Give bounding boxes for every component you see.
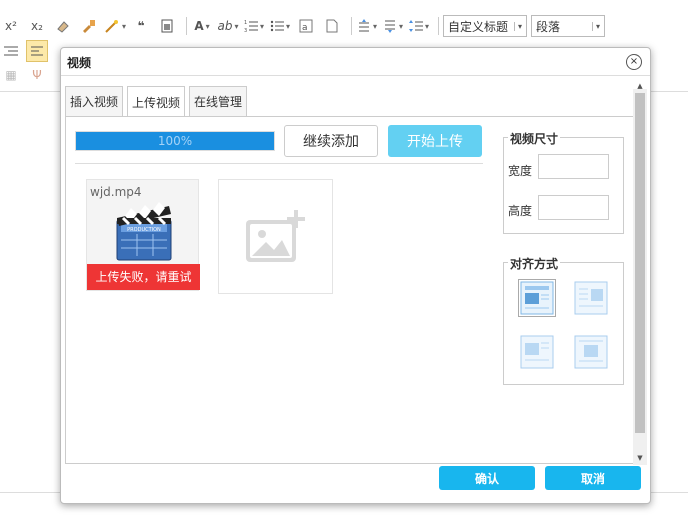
custom-title-select[interactable]: 自定义标题 ▾ (443, 15, 528, 37)
align-center-option[interactable] (572, 333, 610, 371)
svg-text:PRODUCTION: PRODUCTION (127, 227, 161, 233)
file-name: wjd.mp4 (90, 185, 142, 199)
dialog-title: 视频 (67, 56, 92, 70)
alignment-group: 对齐方式 (503, 255, 624, 385)
scroll-thumb[interactable] (635, 93, 645, 433)
upload-error-status[interactable]: 上传失败，请重试 (87, 264, 200, 290)
font-color-icon[interactable]: A (191, 15, 213, 37)
video-clapperboard-icon: PRODUCTION (116, 202, 172, 261)
page-icon[interactable] (321, 15, 343, 37)
align-center-icon (574, 335, 608, 369)
add-image-icon (245, 209, 305, 262)
video-size-group: 视频尺寸 宽度 高度 (503, 130, 624, 234)
svg-text:3: 3 (244, 28, 247, 33)
upload-panel: 100% 继续添加 开始上传 wjd.mp4 PRODUCTION 上传失败，请… (65, 116, 637, 464)
close-button[interactable]: × (626, 54, 642, 70)
dialog-scrollbar[interactable]: ▲ ▼ (633, 82, 647, 465)
scroll-up-arrow[interactable]: ▲ (633, 81, 647, 91)
panel-divider (75, 163, 483, 164)
width-label: 宽度 (508, 164, 533, 178)
line-height-icon[interactable] (408, 15, 430, 37)
blockquote-icon[interactable]: ❝ (130, 15, 152, 37)
tab-upload-video[interactable]: 上传视频 (127, 86, 186, 117)
anchor-icon[interactable]: a (295, 15, 317, 37)
magic-wand-icon[interactable] (104, 15, 126, 37)
eraser-icon[interactable] (52, 15, 74, 37)
align-left-button[interactable] (26, 40, 48, 62)
video-size-legend: 视频尺寸 (508, 130, 561, 147)
scroll-down-arrow[interactable]: ▼ (633, 453, 647, 463)
toolbar-separator (438, 17, 440, 35)
subscript-button[interactable]: x₂ (26, 15, 48, 37)
video-dialog: 视频 × 插入视频 上传视频 在线管理 100% 继续添加 开始上传 wjd.m… (60, 47, 651, 504)
toolbar-separator (351, 17, 353, 35)
superscript-button[interactable]: x² (0, 15, 22, 37)
height-label: 高度 (508, 204, 533, 218)
start-upload-button[interactable]: 开始上传 (388, 125, 482, 157)
upload-progress-bar: 100% (75, 131, 275, 151)
width-input[interactable] (538, 154, 609, 179)
dialog-tabs: 插入视频 上传视频 在线管理 (65, 86, 251, 117)
line-spacing-bottom-icon[interactable] (382, 15, 404, 37)
svg-text:1: 1 (244, 20, 247, 26)
ordered-list-icon[interactable]: 13 (243, 15, 265, 37)
alignment-legend: 对齐方式 (508, 255, 561, 272)
align-left-option[interactable] (518, 333, 556, 371)
align-float-icon (574, 281, 608, 315)
paragraph-select[interactable]: 段落 ▾ (531, 15, 606, 37)
background-color-icon[interactable]: ab (217, 15, 239, 37)
svg-text:a: a (302, 23, 308, 33)
progress-text: 100% (157, 134, 193, 148)
indent-icon[interactable] (0, 40, 22, 62)
line-spacing-top-icon[interactable] (356, 15, 378, 37)
unordered-list-icon[interactable] (269, 15, 291, 37)
height-input[interactable] (538, 195, 609, 220)
tab-online-manage[interactable]: 在线管理 (189, 86, 248, 116)
continue-add-button[interactable]: 继续添加 (284, 125, 378, 157)
merge-icon[interactable]: Ψ (26, 64, 48, 86)
align-right-option[interactable] (572, 279, 610, 317)
toolbar-row-1: x² x₂ ❝ A ab 13 a (0, 13, 688, 39)
toolbar-separator (186, 17, 188, 35)
format-brush-icon[interactable] (78, 15, 100, 37)
align-none-option[interactable] (518, 279, 556, 317)
tab-insert-video[interactable]: 插入视频 (65, 86, 124, 116)
align-left-icon (520, 335, 554, 369)
uploaded-file-item[interactable]: wjd.mp4 PRODUCTION 上传失败，请重试 (86, 179, 200, 291)
cancel-button[interactable]: 取消 (545, 466, 641, 490)
dialog-header: 视频 × (61, 48, 650, 76)
confirm-button[interactable]: 确认 (439, 466, 535, 490)
table-icon[interactable]: ▦ (0, 64, 22, 86)
paste-plain-icon[interactable] (156, 15, 178, 37)
align-none-icon (520, 281, 554, 315)
add-file-placeholder[interactable] (218, 179, 333, 294)
